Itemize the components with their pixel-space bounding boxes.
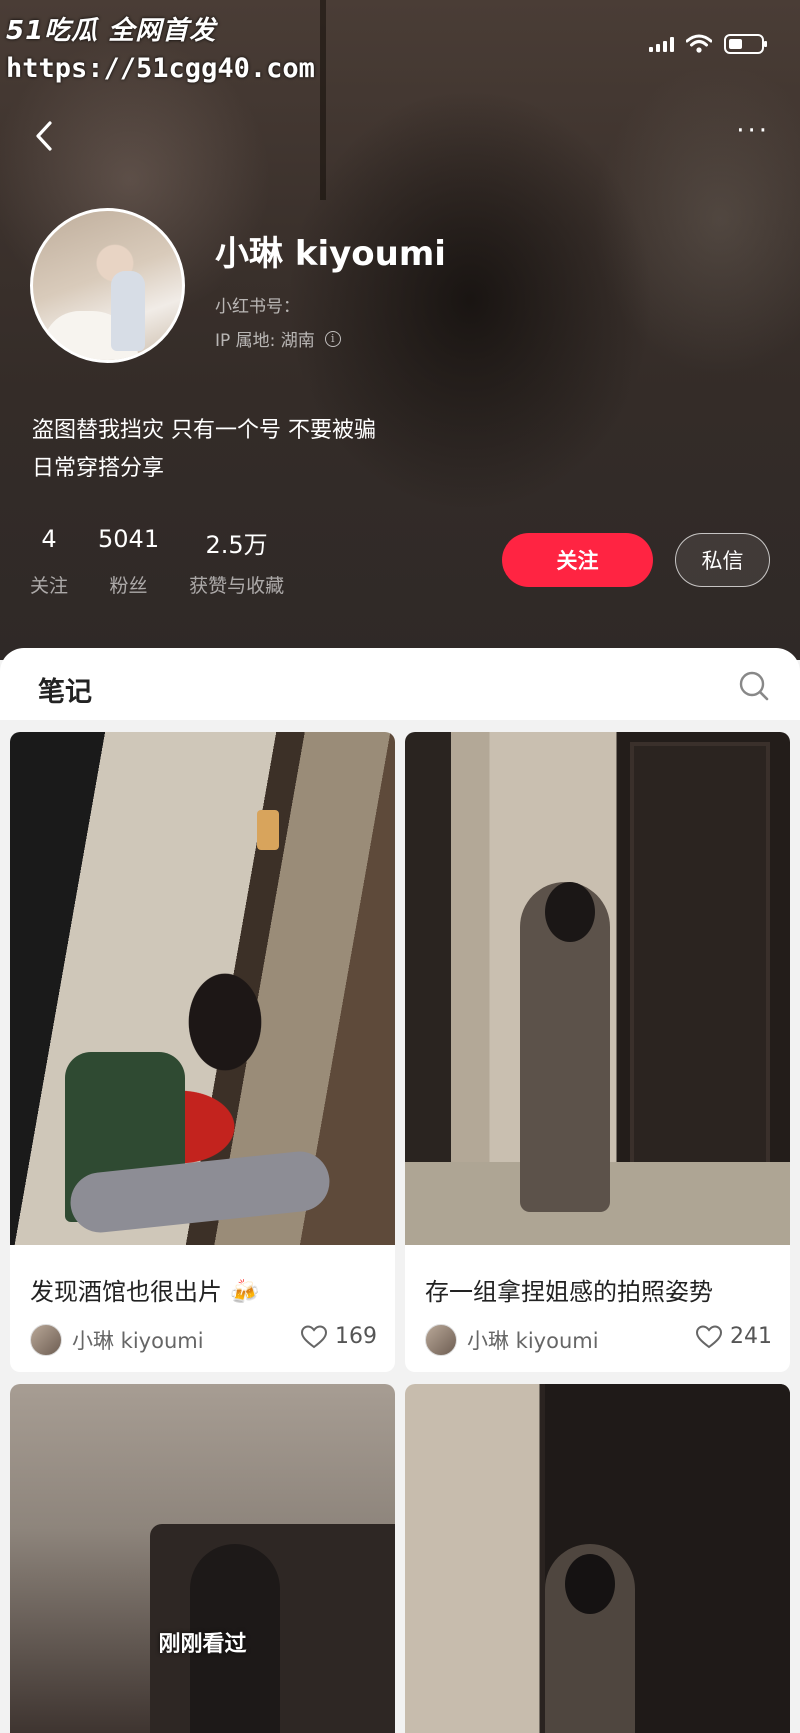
- avatar-image-part: [111, 271, 145, 351]
- wifi-icon: [686, 34, 712, 53]
- cover-image-part: [565, 1554, 615, 1614]
- note-cover-image[interactable]: [405, 732, 790, 1245]
- ip-location-text: IP 属地: 湖南: [215, 331, 315, 351]
- author-avatar: [30, 1324, 62, 1356]
- note-author[interactable]: 小琳 kiyoumi: [30, 1324, 204, 1356]
- like-button[interactable]: 241: [696, 1324, 772, 1349]
- cover-image-part: [257, 810, 279, 850]
- profile-bio: 盗图替我挡灾 只有一个号 不要被骗 日常穿搭分享: [32, 412, 376, 488]
- author-name: 小琳 kiyoumi: [72, 1329, 204, 1353]
- note-card[interactable]: 发现酒馆也很出片 🍻 小琳 kiyoumi 169: [10, 732, 395, 1372]
- more-dots-icon: ···: [736, 116, 770, 146]
- note-author[interactable]: 小琳 kiyoumi: [425, 1324, 599, 1356]
- signal-icon: [649, 36, 674, 52]
- chevron-left-icon: [36, 121, 52, 151]
- note-cover-image[interactable]: 刚刚看过: [10, 1384, 395, 1733]
- stat-value: 2.5万: [205, 531, 268, 559]
- profile-stats: 4 关注 5041 粉丝 2.5万 获赞与收藏: [30, 525, 284, 598]
- stat-value: 4: [41, 525, 57, 553]
- like-count: 169: [335, 1324, 377, 1349]
- watermark-brand: 51吃瓜 全网首发: [6, 16, 217, 46]
- note-title[interactable]: 存一组拿捏姐感的拍照姿势: [425, 1272, 713, 1307]
- heart-icon: [696, 1324, 722, 1348]
- stat-likes-collects[interactable]: 2.5万 获赞与收藏: [189, 525, 284, 598]
- stat-label: 获赞与收藏: [189, 575, 285, 597]
- like-button[interactable]: 169: [301, 1324, 377, 1349]
- more-button[interactable]: ···: [736, 118, 770, 144]
- battery-icon: [724, 34, 767, 54]
- avatar[interactable]: [30, 208, 185, 363]
- info-icon[interactable]: i: [324, 330, 341, 347]
- note-cover-image[interactable]: [405, 1384, 790, 1733]
- stat-followers[interactable]: 5041 粉丝: [98, 525, 159, 598]
- note-card[interactable]: 存一组拿捏姐感的拍照姿势 小琳 kiyoumi 241: [405, 732, 790, 1372]
- note-title[interactable]: 发现酒馆也很出片 🍻: [30, 1272, 260, 1307]
- note-card[interactable]: 刚刚看过: [10, 1384, 395, 1733]
- like-count: 241: [730, 1324, 772, 1349]
- bio-line: 日常穿搭分享: [32, 456, 165, 481]
- stat-label: 关注: [30, 575, 69, 597]
- author-name: 小琳 kiyoumi: [467, 1329, 599, 1353]
- status-bar: [649, 34, 767, 54]
- bio-line: 盗图替我挡灾 只有一个号 不要被骗: [32, 418, 376, 443]
- search-icon: [739, 671, 769, 701]
- stat-following[interactable]: 4 关注: [30, 525, 68, 598]
- search-button[interactable]: [738, 670, 770, 702]
- notes-tab-bar: 笔记: [0, 648, 800, 720]
- profile-nickname: 小琳 kiyoumi: [215, 234, 446, 274]
- watermark: 51吃瓜 全网首发 https://51cgg40.com: [6, 10, 315, 84]
- recently-viewed-label: 刚刚看过: [158, 1632, 247, 1657]
- background-photo: [320, 0, 326, 200]
- stat-label: 粉丝: [109, 575, 148, 597]
- follow-button[interactable]: 关注: [502, 533, 653, 587]
- ip-location: IP 属地: 湖南 i: [215, 326, 341, 351]
- back-button[interactable]: [28, 118, 64, 154]
- tab-notes[interactable]: 笔记: [38, 670, 92, 709]
- watermark-url: https://51cgg40.com: [6, 53, 315, 84]
- heart-icon: [301, 1324, 327, 1348]
- author-avatar: [425, 1324, 457, 1356]
- note-cover-image[interactable]: [10, 732, 395, 1245]
- message-button[interactable]: 私信: [675, 533, 770, 587]
- note-card[interactable]: [405, 1384, 790, 1733]
- cover-image-part: [630, 742, 770, 1172]
- stat-value: 5041: [98, 525, 160, 553]
- red-id: 小红书号：: [215, 297, 300, 317]
- profile-header: 51吃瓜 全网首发 https://51cgg40.com ··· 小琳 kiy…: [0, 0, 800, 660]
- cover-image-part: [545, 882, 595, 942]
